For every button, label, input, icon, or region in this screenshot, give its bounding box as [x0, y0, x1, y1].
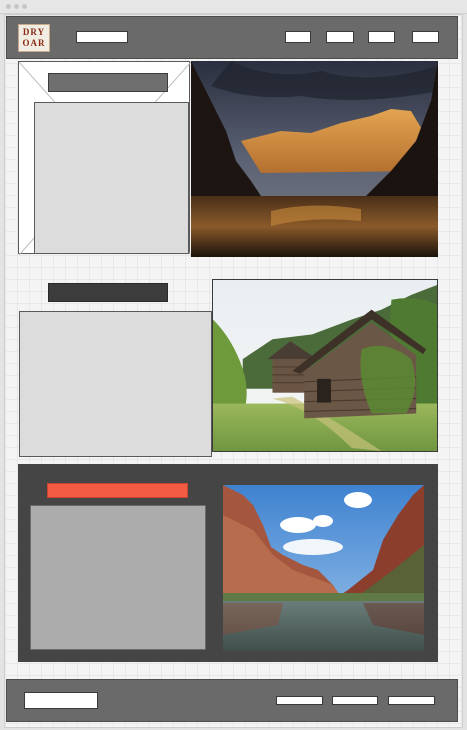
nav-item-4[interactable] [412, 31, 439, 43]
footer-link-1[interactable] [276, 696, 323, 705]
section-3-heading-placeholder [47, 483, 188, 498]
section-2-body-placeholder [19, 311, 212, 457]
browser-chrome [0, 0, 467, 14]
nav-item-1[interactable] [285, 31, 311, 43]
photo-canyon-sunset [191, 61, 438, 257]
footer-link-2[interactable] [332, 696, 378, 705]
footer-brand-placeholder[interactable] [24, 692, 98, 709]
nav-item-2[interactable] [326, 31, 354, 43]
window-dot-icon [6, 4, 11, 9]
window-dot-icon [22, 4, 27, 9]
section-3-body-placeholder [30, 505, 206, 650]
nav-item-3[interactable] [368, 31, 395, 43]
site-name-placeholder[interactable] [76, 31, 128, 43]
section-2-heading-placeholder [48, 283, 168, 302]
site-logo[interactable]: DRY OAR [18, 24, 50, 52]
section-1-heading-placeholder [48, 73, 168, 92]
section-1-body-placeholder [34, 102, 189, 254]
photo-canyon-river [223, 485, 424, 651]
window-dot-icon [14, 4, 19, 9]
footer-link-3[interactable] [388, 696, 435, 705]
logo-line-2: OAR [22, 38, 46, 48]
photo-log-cabin [212, 279, 438, 452]
logo-line-1: DRY [22, 27, 46, 37]
